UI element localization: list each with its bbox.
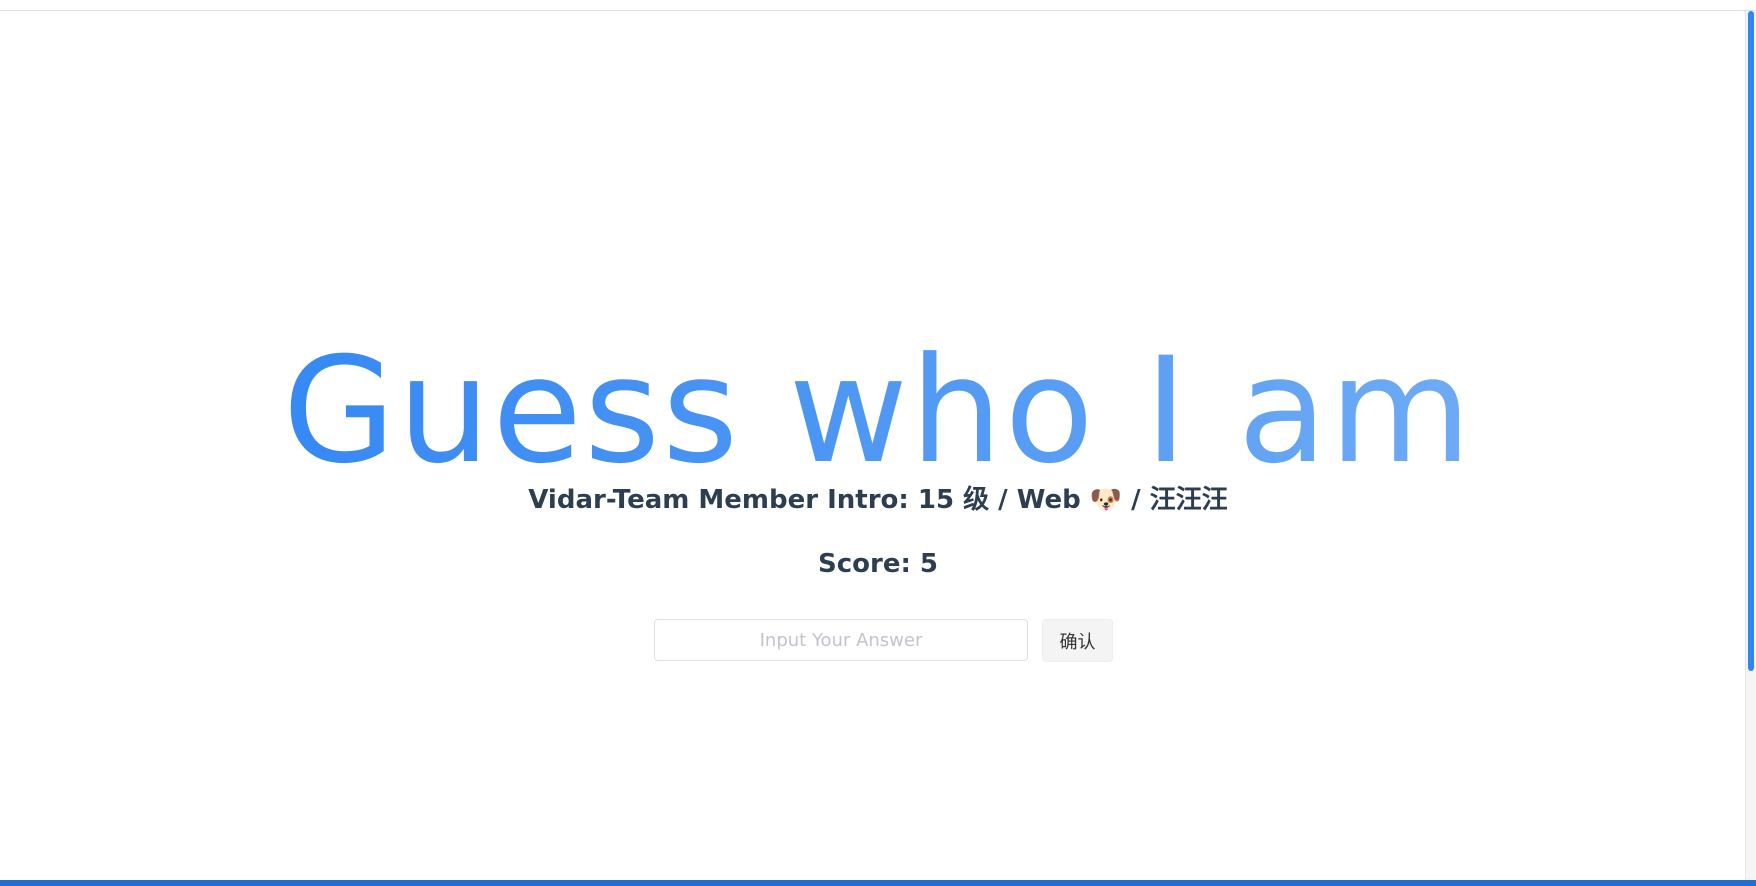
page-content: Guess who I am Vidar-Team Member Intro: …: [0, 11, 1746, 880]
answer-input[interactable]: [654, 619, 1028, 661]
score-text: Score: 5: [818, 549, 938, 579]
member-intro: Vidar-Team Member Intro: 15 级 / Web 🐶 / …: [528, 485, 1228, 515]
page-title: Guess who I am: [0, 331, 1756, 491]
answer-form: 确认: [654, 619, 1114, 663]
scrollbar-thumb[interactable]: [1748, 11, 1754, 671]
confirm-button[interactable]: 确认: [1042, 619, 1113, 662]
taskbar-edge: [0, 880, 1756, 886]
browser-frame: Guess who I am Vidar-Team Member Intro: …: [0, 0, 1756, 886]
vertical-scrollbar[interactable]: [1745, 11, 1756, 880]
